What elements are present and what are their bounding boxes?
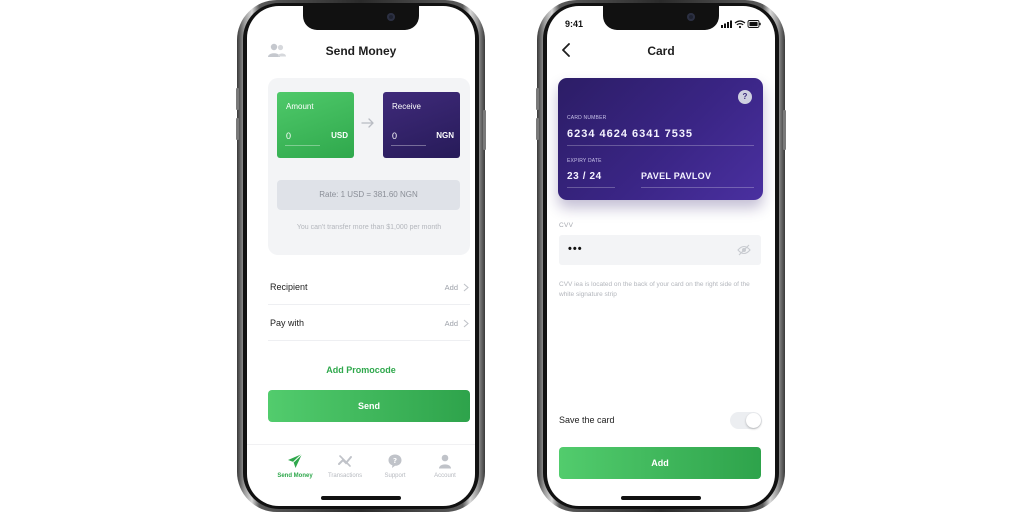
page-title: Card [647,44,675,58]
cvv-value[interactable]: ••• [568,243,583,255]
chevron-right-icon [463,283,469,292]
paper-plane-icon [288,453,303,468]
cvv-hint: CVV iea is located on the back of your c… [559,281,750,298]
add-card-button[interactable]: Add [559,447,761,479]
receive-label: Receive [392,102,421,111]
cvv-field[interactable]: ••• [559,235,761,265]
volume-button [536,88,539,110]
volume-button [236,88,239,110]
volume-button [236,118,239,140]
bank-card: ? CARD NUMBER 6234 4624 6341 7535 EXPIRY… [558,78,763,200]
amount-label: Amount [286,102,314,111]
chevron-right-icon [463,319,469,328]
pay-with-label: Pay with [270,318,305,328]
pay-with-row[interactable]: Pay with Add [268,305,470,341]
save-card-toggle[interactable] [730,412,762,429]
camera-icon [687,13,695,21]
support-icon: ? [388,454,402,468]
phone-card: 9:41 Card ? CARD NUMBER 6234 4624 6341 7… [536,0,786,512]
tab-account[interactable]: Account [417,453,473,479]
tab-label: Support [384,473,406,479]
holder-underline [641,187,754,188]
page-title: Send Money [325,44,397,58]
help-icon[interactable]: ? [738,90,752,104]
svg-text:?: ? [393,457,397,465]
notch [303,6,419,30]
eye-off-icon[interactable] [737,244,751,256]
phone-send-money: Send Money Amount 0 USD Receive 0 NGN Ra… [236,0,486,512]
send-button[interactable]: Send [268,390,470,422]
account-icon [439,454,451,469]
tab-bar: Send Money Transactions ? Support Accoun… [247,444,475,484]
arrow-right-icon [361,118,374,128]
tab-label: Account [434,473,456,479]
receive-currency: NGN [436,131,454,140]
limit-note: You can't transfer more than $1,000 per … [296,224,442,231]
toggle-knob [746,413,761,428]
tab-label: Transactions [327,473,363,479]
amount-box[interactable]: Amount 0 USD [277,92,354,158]
send-money-screen: Send Money Amount 0 USD Receive 0 NGN Ra… [247,6,475,506]
recipient-add[interactable]: Add [445,283,458,292]
tab-transactions[interactable]: Transactions [317,453,373,479]
pay-with-add[interactable]: Add [445,319,458,328]
amount-input[interactable]: 0 [286,131,291,141]
rate-display: Rate: 1 USD = 381.60 NGN [277,180,460,210]
power-button [783,110,786,150]
power-button [483,110,486,150]
tab-support[interactable]: ? Support [367,453,423,479]
save-card-label: Save the card [559,415,615,425]
amount-underline [285,145,320,146]
recipient-label: Recipient [270,282,308,292]
receive-input[interactable]: 0 [392,131,397,141]
card-number-label: CARD NUMBER [567,115,607,121]
card-holder-input[interactable]: PAVEL PAVLOV [641,171,711,181]
receive-underline [391,145,426,146]
recipient-row[interactable]: Recipient Add [268,269,470,305]
expiry-underline [567,187,615,188]
add-promocode-link[interactable]: Add Promocode [247,365,475,375]
expiry-label: EXPIRY DATE [567,158,602,164]
camera-icon [387,13,395,21]
status-time: 9:41 [565,19,584,29]
transactions-icon [338,455,352,467]
tab-send-money[interactable]: Send Money [267,453,323,479]
volume-button [536,118,539,140]
tab-label: Send Money [277,473,313,479]
cvv-label: CVV [559,222,574,229]
card-screen: 9:41 Card ? CARD NUMBER 6234 4624 6341 7… [547,6,775,506]
card-number-input[interactable]: 6234 4624 6341 7535 [567,128,693,140]
card-number-underline [567,145,754,146]
expiry-input[interactable]: 23 / 24 [567,171,602,182]
conversion-card: Amount 0 USD Receive 0 NGN Rate: 1 USD =… [268,78,470,255]
receive-box[interactable]: Receive 0 NGN [383,92,460,158]
notch [603,6,719,30]
home-indicator [621,496,701,500]
home-indicator [321,496,401,500]
amount-currency: USD [331,131,348,140]
status-bar-icons [721,20,761,29]
